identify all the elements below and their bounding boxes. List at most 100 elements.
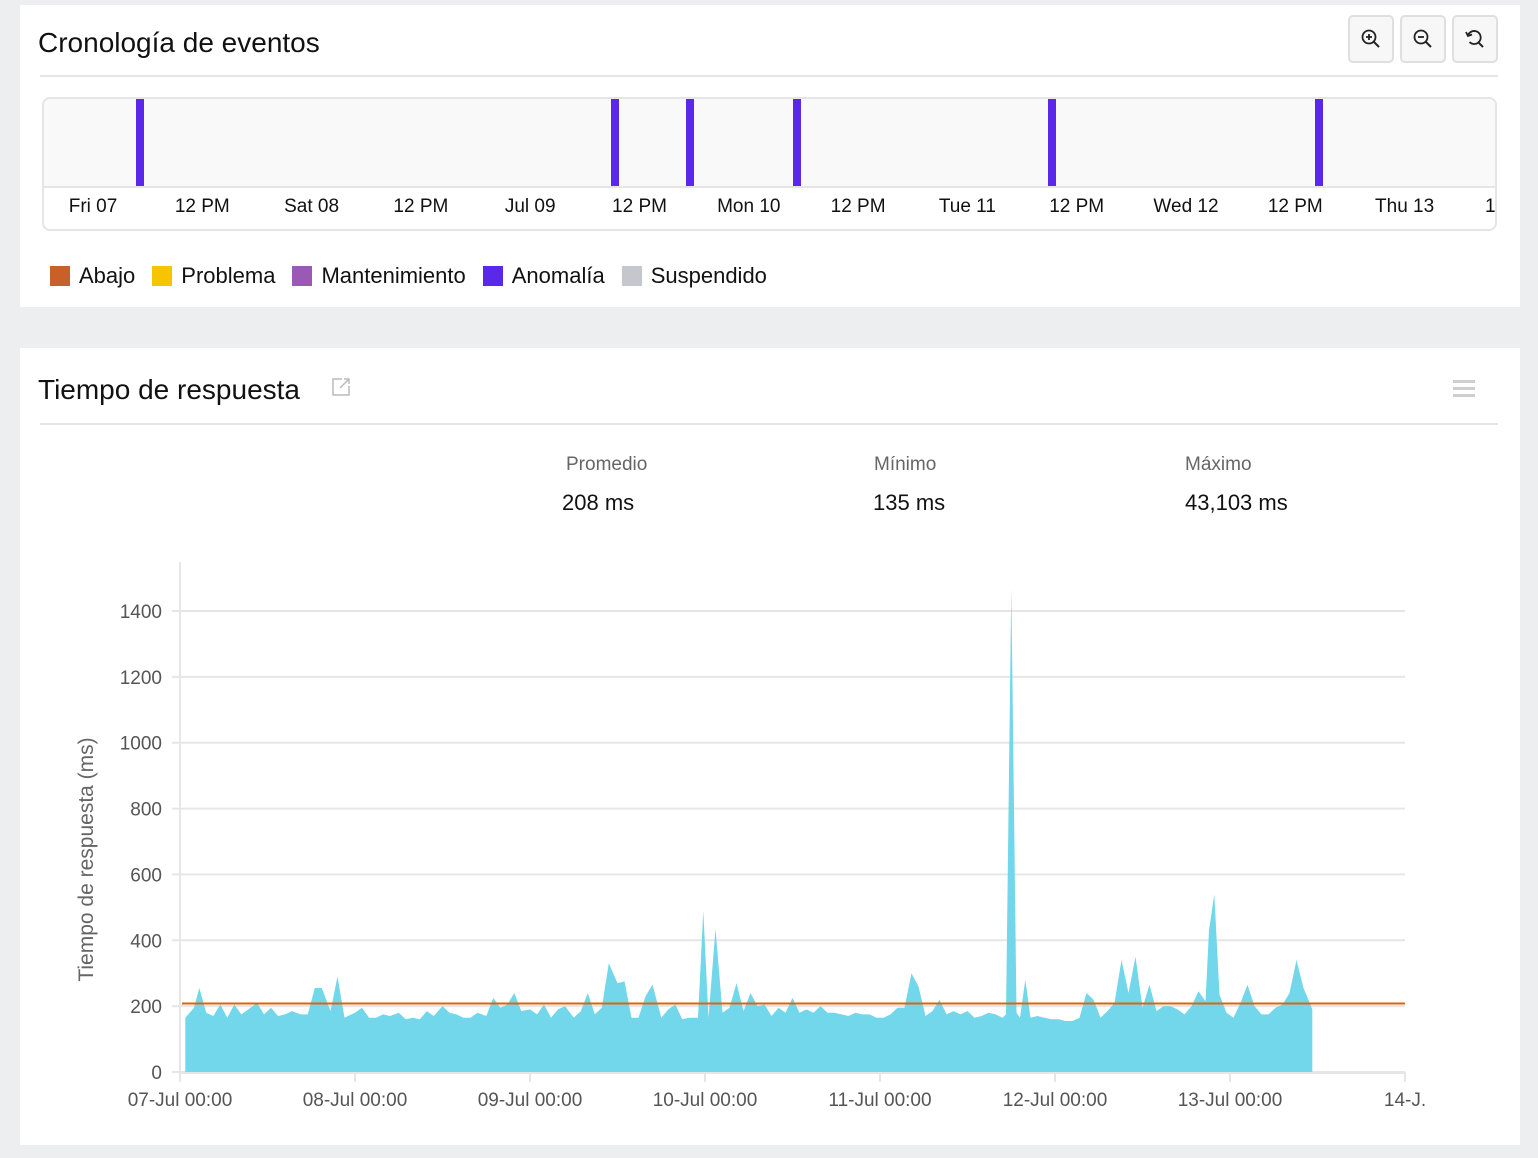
data-point[interactable] xyxy=(1190,1004,1194,1008)
data-point[interactable] xyxy=(1036,1014,1040,1018)
data-point[interactable] xyxy=(959,1012,963,1016)
data-point[interactable] xyxy=(192,1006,196,1010)
data-point[interactable] xyxy=(441,1004,445,1008)
data-point[interactable] xyxy=(290,1009,294,1013)
data-point[interactable] xyxy=(1169,1004,1173,1008)
data-point[interactable] xyxy=(600,1006,604,1010)
data-point[interactable] xyxy=(973,1016,977,1020)
data-point[interactable] xyxy=(952,1009,956,1013)
data-point[interactable] xyxy=(346,1014,350,1018)
data-point[interactable] xyxy=(623,979,627,983)
data-point[interactable] xyxy=(770,1014,774,1018)
data-point[interactable] xyxy=(903,1006,907,1010)
data-point[interactable] xyxy=(756,1004,760,1008)
data-point[interactable] xyxy=(701,909,705,913)
data-point[interactable] xyxy=(1305,994,1309,998)
data-point[interactable] xyxy=(367,1016,371,1020)
data-point[interactable] xyxy=(225,1016,229,1020)
data-point[interactable] xyxy=(462,1016,466,1020)
data-point[interactable] xyxy=(1071,1019,1075,1023)
zoom-out-button[interactable] xyxy=(1400,15,1446,63)
data-point[interactable] xyxy=(498,1006,502,1010)
legend-item-abajo[interactable]: Abajo xyxy=(50,263,135,289)
data-point[interactable] xyxy=(336,975,340,979)
data-point[interactable] xyxy=(1064,1019,1068,1023)
data-point[interactable] xyxy=(1253,1004,1257,1008)
data-point[interactable] xyxy=(329,1009,333,1013)
data-point[interactable] xyxy=(1274,1006,1278,1010)
data-point[interactable] xyxy=(299,1012,303,1016)
data-point[interactable] xyxy=(696,1016,700,1020)
data-point[interactable] xyxy=(938,998,942,1002)
data-point[interactable] xyxy=(980,1014,984,1018)
data-point[interactable] xyxy=(707,1016,711,1020)
data-point[interactable] xyxy=(861,1012,865,1016)
data-point[interactable] xyxy=(805,1007,809,1011)
data-point[interactable] xyxy=(1267,1012,1271,1016)
data-point[interactable] xyxy=(742,1009,746,1013)
data-point[interactable] xyxy=(1057,1017,1061,1021)
data-point[interactable] xyxy=(882,1016,886,1020)
data-point[interactable] xyxy=(269,1006,273,1010)
data-point[interactable] xyxy=(397,1011,401,1015)
data-point[interactable] xyxy=(262,1012,266,1016)
data-point[interactable] xyxy=(283,1012,287,1016)
data-point[interactable] xyxy=(1050,1017,1054,1021)
data-point[interactable] xyxy=(388,1014,392,1018)
data-point[interactable] xyxy=(777,1006,781,1010)
data-point[interactable] xyxy=(1018,1016,1022,1020)
data-point[interactable] xyxy=(476,1011,480,1015)
data-point[interactable] xyxy=(343,1016,347,1020)
data-point[interactable] xyxy=(360,1006,364,1010)
data-point[interactable] xyxy=(735,981,739,985)
response-time-chart[interactable]: 0 200 400 600 800 1000 1200 1400 07-Jul 00:00 08-… xyxy=(20,348,1520,1145)
data-point[interactable] xyxy=(1099,1016,1103,1020)
data-point[interactable] xyxy=(484,1014,488,1018)
data-point[interactable] xyxy=(651,983,655,987)
data-point[interactable] xyxy=(966,1009,970,1013)
data-point[interactable] xyxy=(549,1016,553,1020)
event-marker-anomaly[interactable] xyxy=(792,99,801,186)
data-point[interactable] xyxy=(1162,1004,1166,1008)
data-point[interactable] xyxy=(875,1016,879,1020)
data-point[interactable] xyxy=(586,991,590,995)
data-point[interactable] xyxy=(659,1016,663,1020)
data-point[interactable] xyxy=(721,1011,725,1015)
data-point[interactable] xyxy=(1218,993,1222,997)
data-point[interactable] xyxy=(1302,986,1306,990)
data-point[interactable] xyxy=(1310,1007,1314,1011)
data-point[interactable] xyxy=(313,986,317,990)
data-point[interactable] xyxy=(687,1016,691,1020)
data-point[interactable] xyxy=(889,1012,893,1016)
data-point[interactable] xyxy=(833,1011,837,1015)
data-point[interactable] xyxy=(1127,991,1131,995)
legend-item-suspendido[interactable]: Suspendido xyxy=(621,263,767,289)
data-point[interactable] xyxy=(812,1011,816,1015)
data-point[interactable] xyxy=(556,1007,560,1011)
data-point[interactable] xyxy=(1260,1012,1264,1016)
data-point[interactable] xyxy=(1043,1016,1047,1020)
data-point[interactable] xyxy=(1207,928,1211,932)
data-point[interactable] xyxy=(1015,1011,1019,1015)
event-marker-anomaly[interactable] xyxy=(1315,99,1324,186)
data-point[interactable] xyxy=(1085,991,1089,995)
data-point[interactable] xyxy=(637,1016,641,1020)
data-point[interactable] xyxy=(1001,1016,1005,1020)
data-point[interactable] xyxy=(728,1006,732,1010)
data-point[interactable] xyxy=(239,1012,243,1016)
data-point[interactable] xyxy=(784,1011,788,1015)
zoom-in-button[interactable] xyxy=(1348,15,1394,63)
data-point[interactable] xyxy=(204,1011,208,1015)
data-point[interactable] xyxy=(519,1009,523,1013)
response-time-area[interactable] xyxy=(185,587,1313,1072)
data-point[interactable] xyxy=(714,927,718,931)
data-point[interactable] xyxy=(528,1007,532,1011)
data-point[interactable] xyxy=(896,1006,900,1010)
data-point[interactable] xyxy=(847,1014,851,1018)
data-point[interactable] xyxy=(1225,1011,1229,1015)
data-point[interactable] xyxy=(512,991,516,995)
data-point[interactable] xyxy=(1092,998,1096,1002)
data-point[interactable] xyxy=(666,1007,670,1011)
data-point[interactable] xyxy=(1106,1009,1110,1013)
data-point[interactable] xyxy=(411,1016,415,1020)
